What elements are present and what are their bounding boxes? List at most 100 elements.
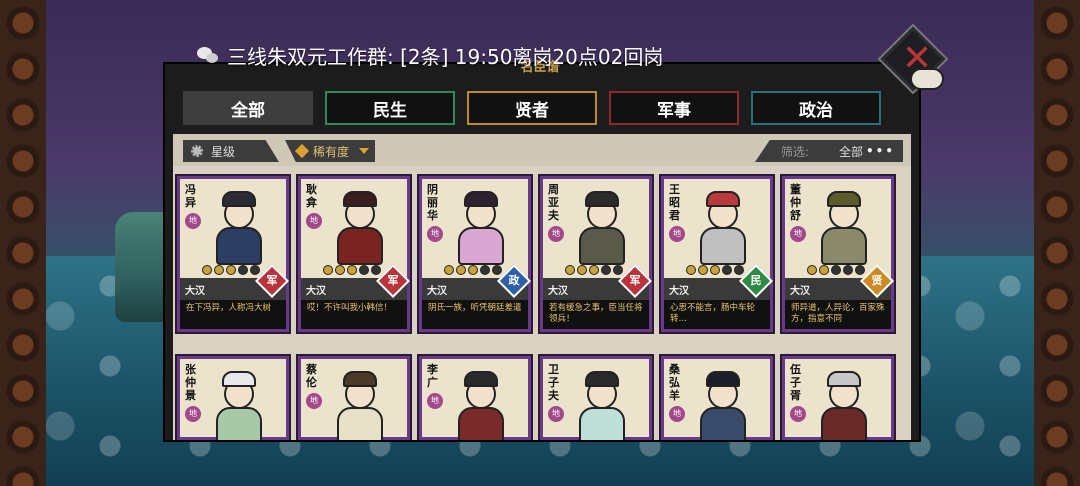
tab-politics[interactable]: 政治 [751,91,881,125]
minister-card[interactable]: 李广地 [417,354,533,440]
rarity-sort-button[interactable]: 稀有度 [285,140,375,162]
faction-label: 大汉 [306,286,326,297]
minister-name: 耿弇 [306,183,317,209]
star-rating [202,265,260,275]
faction-bar: 大汉 贤 [785,264,894,300]
minister-name: 冯异 [185,183,196,209]
portrait-body [337,407,383,440]
filter-label: 筛选: [781,144,810,159]
minister-card[interactable]: 周亚夫地大汉 军若有缓急之事，臣当任将领兵！ [538,174,654,334]
faction-label: 大汉 [185,286,205,297]
minister-card[interactable]: 桑弘羊地 [659,354,775,440]
minister-quote: 心思不能言，肠中车轮转… [664,300,770,329]
close-button[interactable]: ✕ [880,26,946,92]
star-sort-button[interactable]: 星级 [183,140,279,162]
faction-label: 大汉 [548,286,568,297]
tab-military[interactable]: 军事 [609,91,739,125]
type-badge: 贤 [860,264,894,298]
system-notification-banner[interactable]: 三线朱双元工作群: [2条] 19:50离岗20点02回岗 [197,40,663,70]
portrait-hat [706,191,740,207]
star-icon [613,265,623,275]
grade-badge: 地 [669,226,685,242]
star-icon [819,265,829,275]
star-icon [807,265,817,275]
minister-card[interactable]: 卫子夫地 [538,354,654,440]
minister-name: 卫子夫 [548,363,559,402]
star-icon [226,265,236,275]
minister-name: 李广 [427,363,438,389]
minister-card[interactable]: 蔡伦地 [296,354,412,440]
type-badge: 军 [618,264,652,298]
minister-portrait [813,371,875,440]
type-badge: 政 [497,264,531,298]
minister-card[interactable]: 张仲景地 [175,354,291,440]
minister-portrait [813,191,875,265]
tab-livelihood[interactable]: 民生 [325,91,455,125]
category-tabs: 全部 民生 贤者 军事 政治 [183,91,881,125]
minister-portrait [208,191,270,265]
faction-bar: 大汉 政 [422,264,531,300]
portrait-hat [706,371,740,387]
grade-badge: 地 [548,226,564,242]
portrait-hat [827,191,861,207]
portrait-body [216,227,262,265]
star-icon [359,265,369,275]
minister-card[interactable]: 耿弇地大汉 军哎！不许叫我小韩信！ [296,174,412,334]
minister-portrait [329,371,391,440]
portrait-body [458,227,504,265]
star-icon [323,265,333,275]
tab-sage[interactable]: 贤者 [467,91,597,125]
minister-quote: 若有缓急之事，臣当任将领兵！ [543,300,649,329]
faction-bar: 大汉 军 [543,264,652,300]
minister-name: 张仲景 [185,363,196,402]
star-icon [722,265,732,275]
portrait-hat [222,371,256,387]
filter-dropdown[interactable]: 筛选: 全部 ••• [755,140,903,162]
star-icon [347,265,357,275]
grade-badge: 地 [306,393,322,409]
star-rating [565,265,623,275]
minister-portrait [571,371,633,440]
minister-quote: 在下冯异，人称冯大树 [180,300,286,329]
star-icon [480,265,490,275]
cloud-ornament [910,68,944,90]
grade-badge: 地 [185,213,201,229]
minister-portrait [450,371,512,440]
diamond-icon [294,143,310,159]
star-rating [686,265,744,275]
portrait-body [821,227,867,265]
tab-all[interactable]: 全部 [183,91,313,125]
star-icon [710,265,720,275]
type-label: 军 [629,274,641,287]
type-badge: 军 [255,264,289,298]
minister-name: 蔡伦 [306,363,317,389]
type-badge: 民 [739,264,773,298]
wechat-icon [197,46,219,64]
filter-value: 全部 [839,144,864,159]
portrait-body [579,227,625,265]
minister-card[interactable]: 董仲舒地大汉 贤师异道，人异论，百家殊方，指意不同 [780,174,896,334]
star-sort-label: 星级 [211,144,236,159]
minister-card[interactable]: 冯异地大汉 军在下冯异，人称冯大树 [175,174,291,334]
star-icon [565,265,575,275]
more-icon[interactable]: ••• [866,144,895,158]
grade-badge: 地 [306,213,322,229]
minister-card[interactable]: 王昭君地大汉 民心思不能言，肠中车轮转… [659,174,775,334]
minister-name: 阴丽华 [427,183,438,222]
minister-portrait [692,191,754,265]
minister-card[interactable]: 伍子胥地 [780,354,896,440]
minister-portrait [450,191,512,265]
portrait-hat [464,371,498,387]
faction-bar: 大汉 军 [301,264,410,300]
type-label: 政 [508,274,520,287]
portrait-hat [222,191,256,207]
star-icon [577,265,587,275]
grade-badge: 地 [790,406,806,422]
portrait-body [700,407,746,440]
grade-badge: 地 [669,406,685,422]
notification-text: 三线朱双元工作群: [2条] 19:50离岗20点02回岗 [227,44,664,69]
minister-quote: 阴氏一族，听凭朝廷差遣 [422,300,528,329]
rarity-sort-label: 稀有度 [313,144,350,159]
minister-card[interactable]: 阴丽华地大汉 政阴氏一族，听凭朝廷差遣 [417,174,533,334]
star-icon [843,265,853,275]
